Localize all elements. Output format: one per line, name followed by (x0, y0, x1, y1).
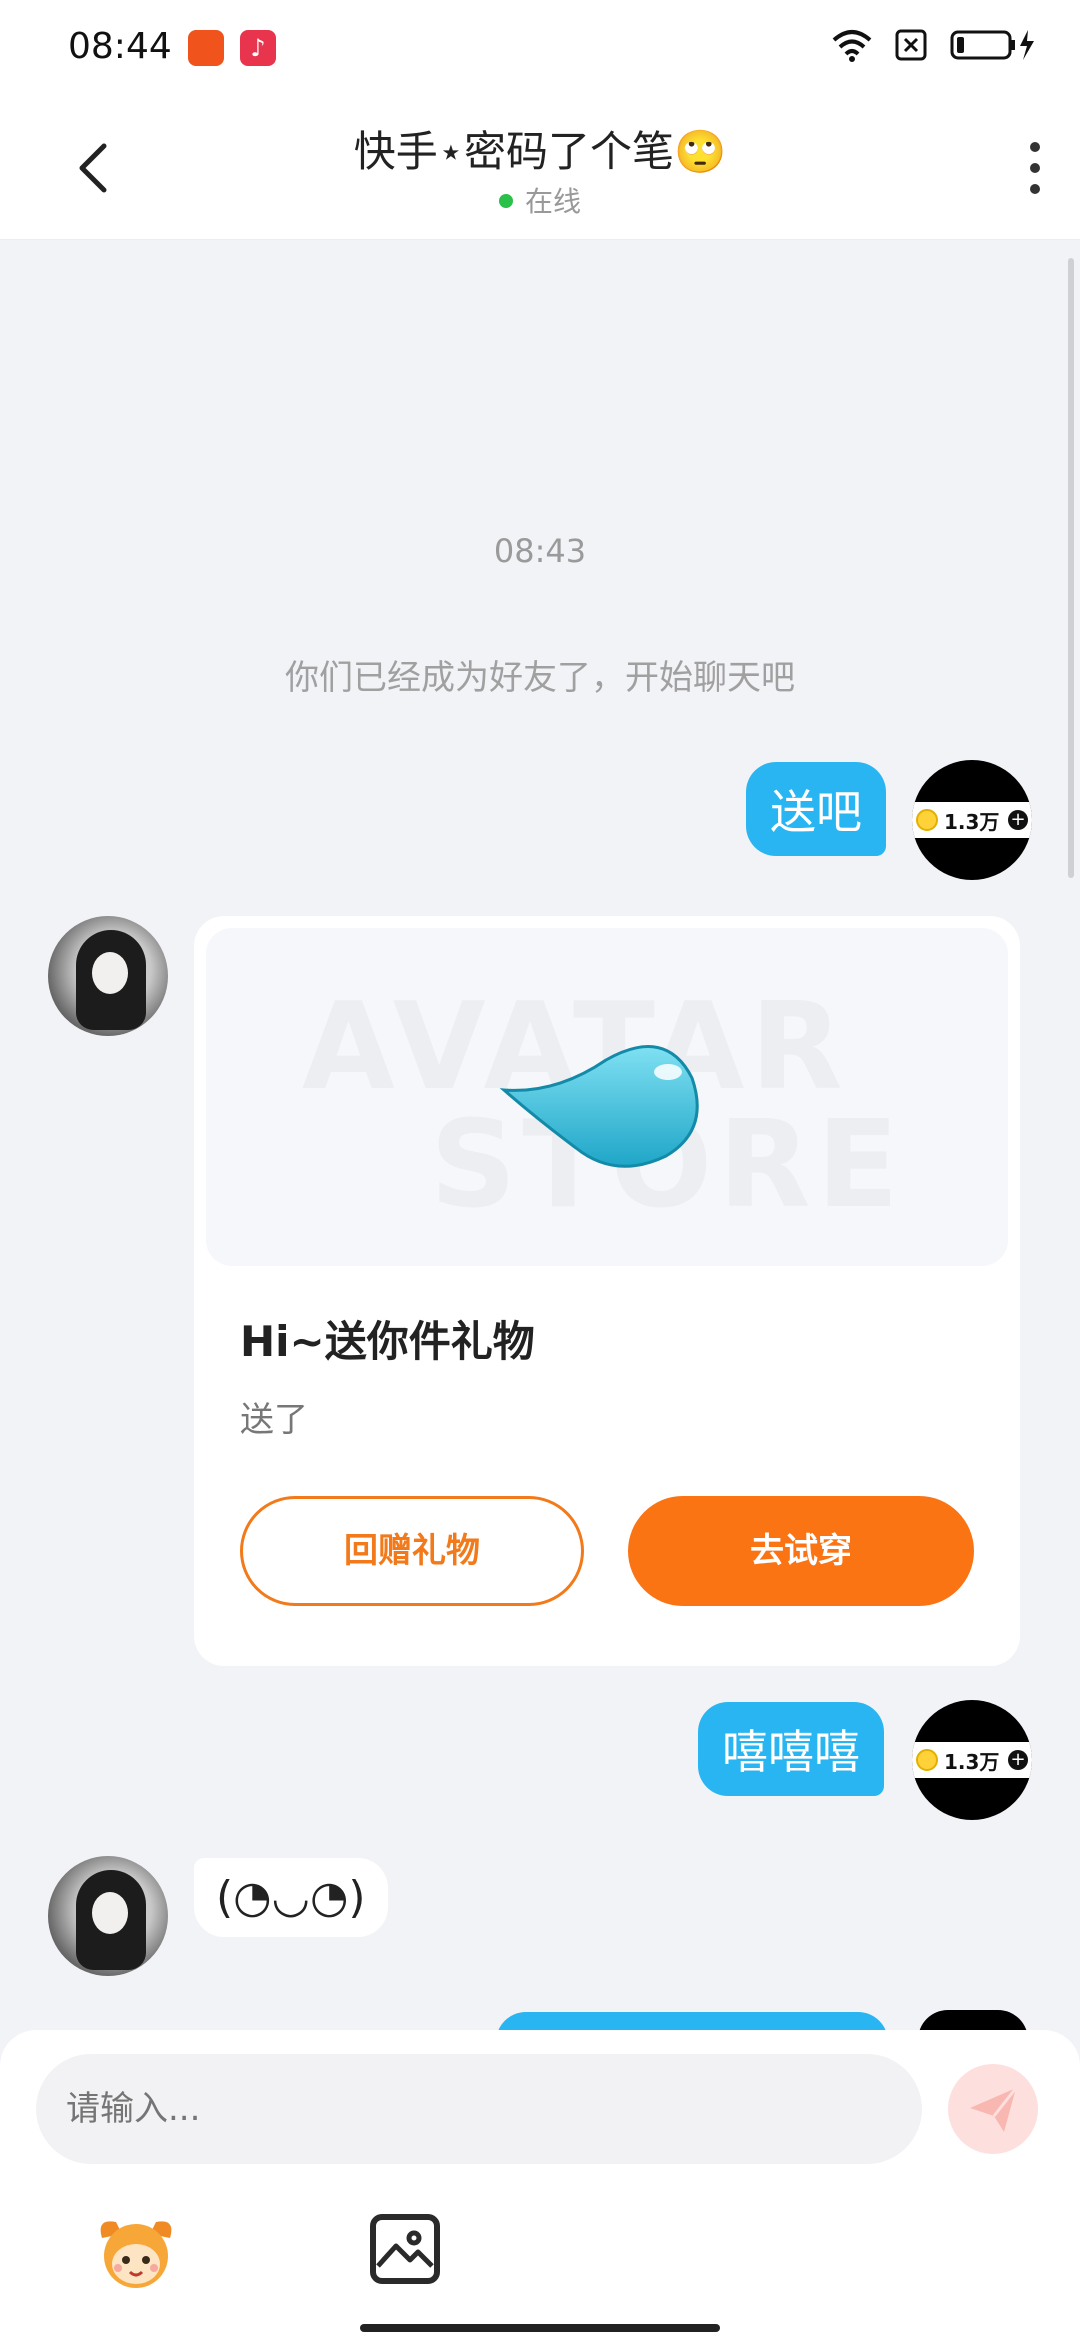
status-bar: 08:44 ♪ (0, 0, 1080, 96)
music-app-icon: ♪ (240, 30, 276, 66)
message-input[interactable] (36, 2054, 922, 2164)
self-avatar[interactable]: 1.3万 + (912, 760, 1032, 880)
send-icon (970, 2087, 1018, 2132)
return-gift-button[interactable]: 回赠礼物 (240, 1496, 584, 1606)
system-message: 你们已经成为好友了，开始聊天吧 (285, 658, 795, 698)
battery-charging-icon (950, 30, 1034, 60)
image-picker-icon[interactable] (370, 2214, 440, 2284)
send-button[interactable] (948, 2064, 1038, 2154)
coin-badge: 1.3万 + (912, 1742, 1032, 1778)
contact-avatar[interactable] (48, 1856, 168, 1976)
coin-icon (916, 809, 938, 831)
coin-badge-text: 1.3万 (944, 810, 1000, 834)
picture-icon (376, 2230, 434, 2268)
outgoing-message-bubble[interactable]: 送吧 (746, 762, 886, 856)
online-status: 在线 (0, 180, 1080, 220)
sim-off-icon (895, 29, 927, 61)
status-icons (832, 28, 1036, 62)
chat-header: 快手⋆密码了个笔🙄 在线 (0, 96, 1080, 240)
more-options-icon[interactable] (1020, 142, 1050, 198)
contact-name: 快手⋆密码了个笔🙄 (353, 127, 727, 176)
gift-card[interactable]: AVATAR STORE Hi~送你件礼物 送了 回赠礼物 去试穿 (194, 916, 1020, 1666)
self-avatar[interactable]: 1.3万 + (912, 1700, 1032, 1820)
gift-subtitle: 送了 (240, 1400, 308, 1440)
wifi-icon (832, 30, 872, 62)
home-indicator[interactable] (360, 2324, 720, 2332)
plus-icon: + (1008, 810, 1028, 830)
incoming-message-bubble[interactable]: (◔◡◔) (194, 1858, 388, 1937)
coin-icon (916, 1749, 938, 1771)
gift-title: Hi~送你件礼物 (240, 1317, 535, 1366)
coin-badge-text: 1.3万 (944, 1750, 1000, 1774)
online-status-text: 在线 (524, 185, 581, 218)
online-dot-icon (498, 194, 513, 208)
coin-badge: 1.3万 + (912, 802, 1032, 838)
contact-avatar[interactable] (48, 916, 168, 1036)
status-time: 08:44 (68, 26, 172, 67)
chat-scrollbar[interactable] (1068, 258, 1074, 878)
try-on-button[interactable]: 去试穿 (628, 1496, 974, 1606)
plus-icon: + (1008, 1750, 1028, 1770)
message-timestamp: 08:43 (493, 532, 587, 570)
sticker-emoji-icon[interactable] (92, 2208, 180, 2296)
outgoing-message-bubble[interactable]: 嘻嘻嘻 (698, 1702, 884, 1796)
gift-image: AVATAR STORE (206, 928, 1008, 1266)
water-drop-icon (499, 1045, 699, 1168)
input-bar (0, 2030, 1080, 2340)
app-notification-icon (188, 30, 224, 66)
